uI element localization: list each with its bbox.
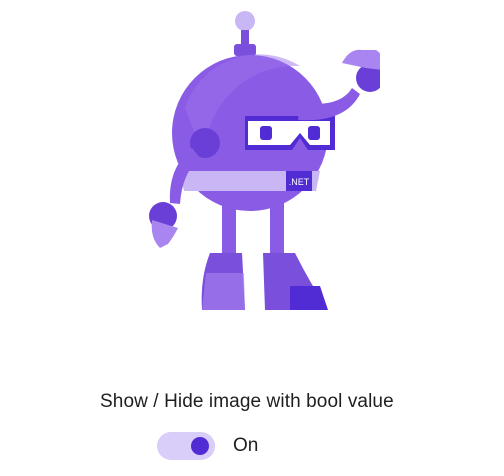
caption-text: Show / Hide image with bool value [100,391,394,412]
dotnet-badge-text: .NET [289,177,310,187]
dotnet-bot-image: .NET [130,8,380,318]
toggle-thumb [191,437,209,455]
dotnet-bot-icon: .NET [149,11,380,310]
visibility-toggle-row: On [157,431,258,461]
visibility-toggle-switch[interactable] [157,432,215,460]
toggle-state-label: On [233,435,259,456]
